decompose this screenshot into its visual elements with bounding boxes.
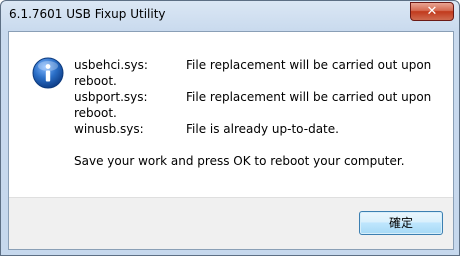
file-name: usbehci.sys:	[74, 58, 148, 72]
dialog-window: 6.1.7601 USB Fixup Utility ✕ usbehci.sys…	[0, 0, 460, 256]
file-row: usbport.sys: File replacement will be ca…	[74, 89, 444, 121]
instruction-text: Save your work and press OK to reboot yo…	[74, 154, 405, 168]
close-button[interactable]: ✕	[410, 2, 454, 21]
file-row: winusb.sys: File is already up-to-date.	[74, 121, 444, 137]
window-title: 6.1.7601 USB Fixup Utility	[9, 7, 166, 21]
dialog-content: usbehci.sys: File replacement will be ca…	[8, 31, 454, 250]
file-name: usbport.sys:	[74, 90, 148, 104]
file-name: winusb.sys:	[74, 122, 144, 136]
button-bar: 確定	[9, 197, 453, 249]
file-row: usbehci.sys: File replacement will be ca…	[74, 57, 444, 89]
message-area: usbehci.sys: File replacement will be ca…	[74, 57, 444, 169]
close-icon: ✕	[426, 4, 438, 19]
information-icon	[32, 57, 64, 89]
ok-button[interactable]: 確定	[359, 211, 443, 235]
